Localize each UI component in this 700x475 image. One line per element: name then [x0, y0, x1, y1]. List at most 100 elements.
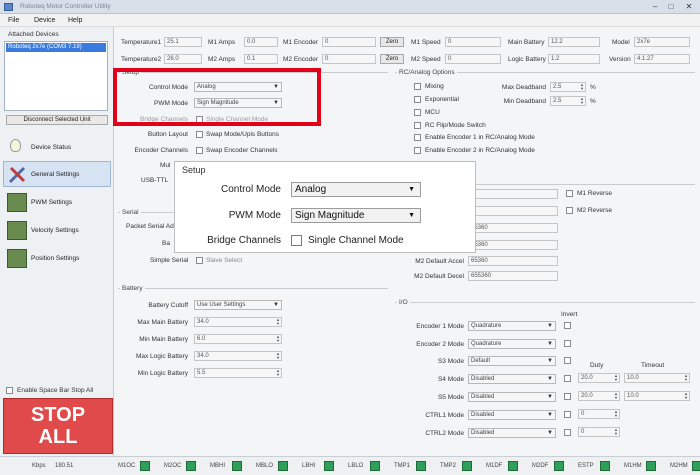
nav-device-status[interactable]: Device Status	[3, 134, 111, 160]
temperature2-value: 26.0	[164, 54, 202, 64]
s5-mode-dropdown[interactable]: Disabled ▼	[468, 392, 556, 402]
ctrl2-value-input[interactable]: 0 ▲ ▼	[578, 427, 620, 437]
indicator-label: MBLO	[256, 463, 274, 469]
exponential-checkbox[interactable]	[414, 96, 421, 103]
enc2-rc-checkbox[interactable]	[414, 147, 421, 154]
min-main-battery-input[interactable]: 6.0 ▲ ▼	[194, 334, 282, 344]
maximize-icon[interactable]: □	[666, 2, 676, 11]
nav-velocity-settings[interactable]: Velocity Settings	[3, 217, 111, 243]
encoder1-invert-checkbox[interactable]	[564, 322, 571, 329]
status-led-icon	[278, 461, 288, 471]
popup-bridge-label: Bridge Channels	[207, 235, 281, 246]
max-main-battery-input[interactable]: 34.0 ▲ ▼	[194, 317, 282, 327]
spinner-icon[interactable]: ▲ ▼	[614, 428, 618, 436]
duty-label: Duty	[590, 362, 604, 369]
spinner-icon[interactable]: ▲ ▼	[276, 335, 280, 343]
swap-encoder-checkbox[interactable]	[196, 147, 203, 154]
m2-encoder-label: M2 Encoder	[283, 56, 319, 63]
spinner-icon[interactable]: ▲ ▼	[276, 352, 280, 360]
min-logic-battery-label: Min Logic Battery	[137, 370, 188, 377]
space-bar-label: Enable Space Bar Stop All	[17, 387, 94, 394]
enc1-rc-checkbox[interactable]	[414, 134, 421, 141]
io-row-label: CTRL2 Mode	[425, 430, 464, 437]
encoder1-mode-dropdown[interactable]: Quadrature ▼	[468, 321, 556, 331]
max-deadband-input[interactable]: 2.5 ▲ ▼	[550, 82, 586, 92]
nav-position-settings[interactable]: Position Settings	[3, 245, 111, 271]
ctrl1-value-input[interactable]: 0 ▲ ▼	[578, 409, 620, 419]
spinner-icon[interactable]: ▲ ▼	[580, 83, 584, 91]
mixing-checkbox[interactable]	[414, 83, 421, 90]
status-led-icon	[554, 461, 564, 471]
battery-cutoff-dropdown[interactable]: Use User Settings ▼	[194, 300, 282, 310]
indicator-label: MBHI	[210, 463, 225, 469]
ctrl1-invert-checkbox[interactable]	[564, 411, 571, 418]
spinner-icon[interactable]: ▲ ▼	[614, 374, 618, 382]
s3-mode-dropdown[interactable]: Default ▼	[468, 356, 556, 366]
zero-m2-button[interactable]: Zero	[380, 54, 404, 64]
device-list-item[interactable]: Roboteq 2x7e (COM3 7.19)	[6, 43, 106, 52]
space-bar-checkbox[interactable]	[6, 387, 13, 394]
s4-duty-input[interactable]: 20.0 ▲ ▼	[578, 373, 620, 383]
rc-flip-checkbox[interactable]	[414, 122, 421, 129]
version-label: Version	[609, 56, 631, 63]
mcu-checkbox[interactable]	[414, 109, 421, 116]
slave-select-checkbox[interactable]	[196, 257, 203, 264]
chevron-down-icon: ▼	[547, 430, 553, 436]
s4-mode-dropdown[interactable]: Disabled ▼	[468, 374, 556, 384]
indicator-label: M1OC	[118, 463, 136, 469]
s4-timeout-input[interactable]: 10.0 ▲ ▼	[624, 373, 690, 383]
m1-reverse-checkbox[interactable]	[566, 190, 573, 197]
motor-field-3[interactable]: 65360	[468, 223, 558, 233]
spinner-icon[interactable]: ▲ ▼	[580, 97, 584, 105]
spinner-icon[interactable]: ▲ ▼	[614, 392, 618, 400]
min-logic-battery-input[interactable]: 5.5 ▲ ▼	[194, 368, 282, 378]
ctrl1-mode-dropdown[interactable]: Disabled ▼	[468, 410, 556, 420]
m2-reverse-label: M2 Reverse	[577, 207, 613, 214]
max-logic-battery-input[interactable]: 34.0 ▲ ▼	[194, 351, 282, 361]
m2-accel-input[interactable]: 65360	[468, 256, 558, 266]
nav-label: Device Status	[31, 144, 72, 151]
swap-buttons-checkbox[interactable]	[196, 131, 203, 138]
popup-control-mode-dropdown[interactable]: Analog ▼	[291, 182, 421, 197]
s5-timeout-input[interactable]: 10.0 ▲ ▼	[624, 391, 690, 401]
minimize-icon[interactable]: –	[650, 2, 660, 11]
popup-single-channel-checkbox[interactable]	[291, 235, 302, 246]
m1-speed-label: M1 Speed	[411, 39, 441, 46]
s3-invert-checkbox[interactable]	[564, 357, 571, 364]
io-row-label: S4 Mode	[437, 376, 464, 383]
m2-reverse-checkbox[interactable]	[566, 207, 573, 214]
nav-label: Velocity Settings	[31, 227, 79, 234]
s5-duty-input[interactable]: 20.0 ▲ ▼	[578, 391, 620, 401]
zero-m1-button[interactable]: Zero	[380, 37, 404, 47]
popup-pwm-mode-dropdown[interactable]: Sign Magnitude ▼	[291, 208, 421, 223]
io-row-value: Default	[471, 358, 491, 364]
nav-pwm-settings[interactable]: PWM Settings	[3, 189, 111, 215]
nav-general-settings[interactable]: General Settings	[3, 161, 111, 187]
spinner-icon[interactable]: ▲ ▼	[684, 392, 688, 400]
min-deadband-input[interactable]: 2.5 ▲ ▼	[550, 96, 586, 106]
spinner-icon[interactable]: ▲ ▼	[614, 410, 618, 418]
motor-field-1[interactable]: 0	[468, 189, 558, 199]
motor-field-2[interactable]: 0	[468, 206, 558, 216]
disconnect-button[interactable]: Disconnect Selected Unit	[6, 115, 108, 125]
s4-invert-checkbox[interactable]	[564, 375, 571, 382]
close-icon[interactable]: ✕	[684, 2, 694, 11]
ctrl2-invert-checkbox[interactable]	[564, 429, 571, 436]
menu-device[interactable]: Device	[34, 17, 55, 24]
m2-decel-input[interactable]: 655360	[468, 271, 558, 281]
io-row-value: Disabled	[471, 376, 495, 382]
ctrl2-mode-dropdown[interactable]: Disabled ▼	[468, 428, 556, 438]
spinner-icon[interactable]: ▲ ▼	[276, 318, 280, 326]
menu-file[interactable]: File	[8, 17, 19, 24]
encoder2-mode-dropdown[interactable]: Quadrature ▼	[468, 339, 556, 349]
stop-all-button[interactable]: STOP ALL	[3, 398, 113, 454]
menu-help[interactable]: Help	[68, 17, 82, 24]
spinner-icon[interactable]: ▲ ▼	[276, 369, 280, 377]
m2-speed-value: 0	[445, 54, 501, 64]
chart-icon	[7, 221, 27, 240]
device-list[interactable]: Roboteq 2x7e (COM3 7.19)	[4, 41, 108, 111]
spinner-icon[interactable]: ▲ ▼	[684, 374, 688, 382]
s5-invert-checkbox[interactable]	[564, 393, 571, 400]
motor-field-4[interactable]: 65360	[468, 240, 558, 250]
encoder2-invert-checkbox[interactable]	[564, 340, 571, 347]
